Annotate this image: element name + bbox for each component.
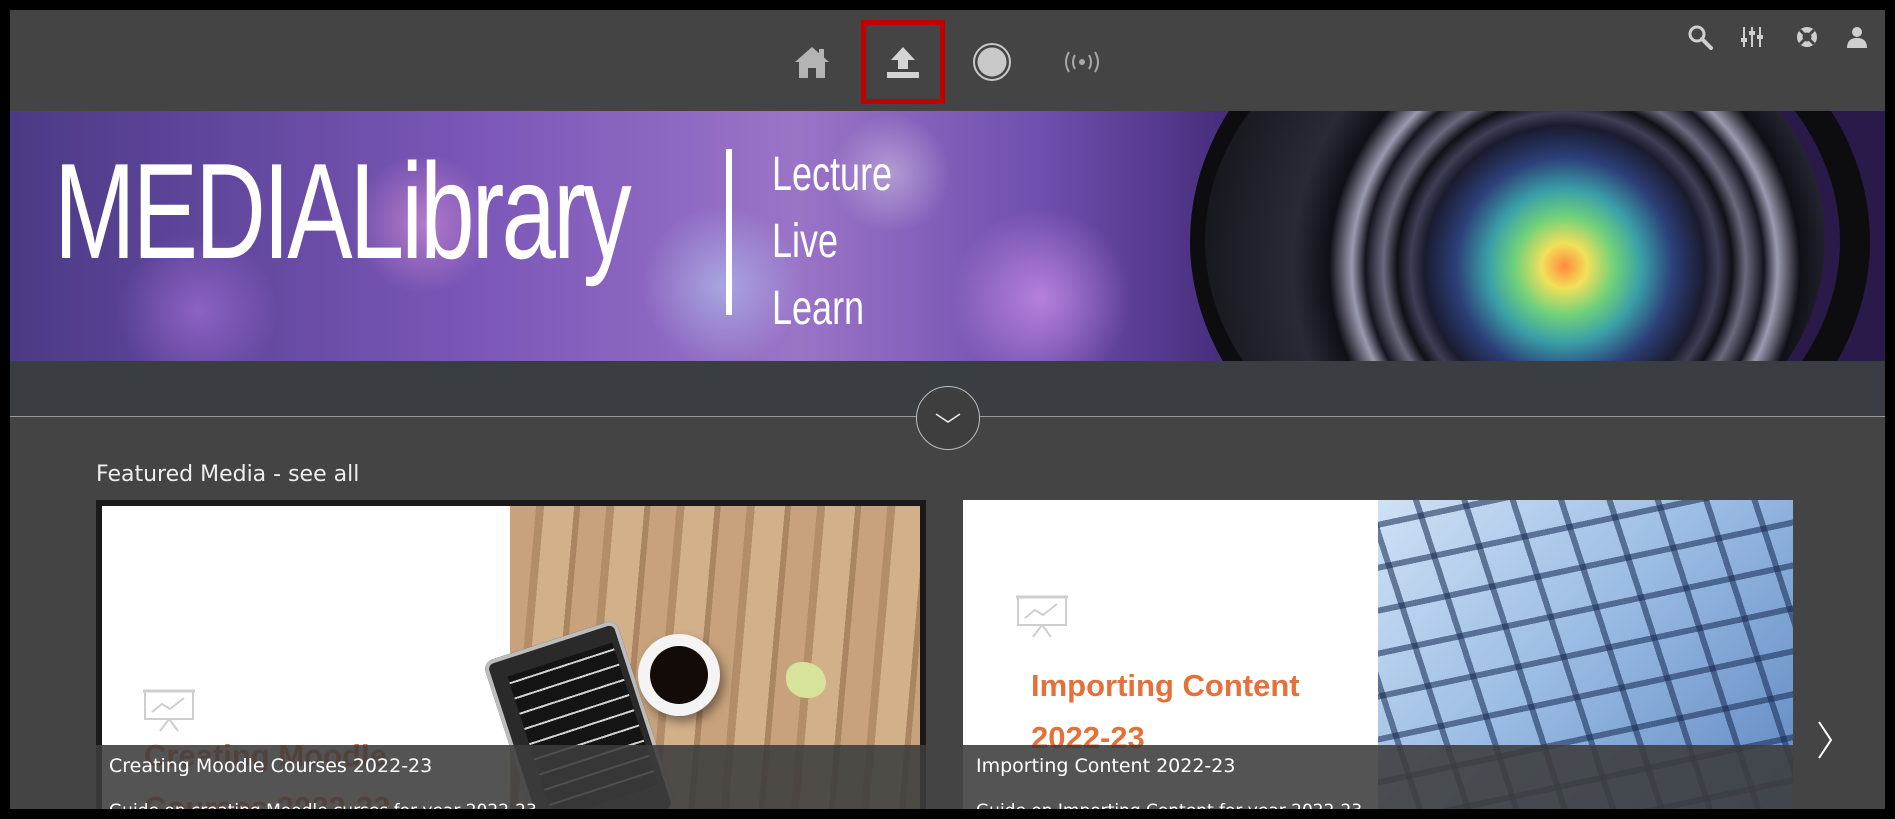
live-button[interactable]: [1040, 20, 1124, 104]
record-button[interactable]: [950, 20, 1034, 104]
coffee-cup-shape: [638, 634, 720, 716]
help-lifebuoy-icon: [1797, 27, 1817, 47]
card-description: Guide on creating Moodle curses for year…: [109, 801, 537, 809]
search-icon: [1688, 25, 1713, 50]
logo-divider: [726, 149, 732, 315]
upload-button[interactable]: [861, 20, 945, 104]
chevron-right-icon: [1818, 721, 1833, 759]
presentation-icon: [143, 689, 195, 732]
hero-banner: MEDIALibrary Lecture Live Learn: [10, 111, 1885, 361]
card-title[interactable]: Importing Content 2022-23: [976, 755, 1235, 777]
site-logo-title: MEDIALibrary: [54, 135, 632, 287]
tagline-lecture: Lecture: [772, 148, 893, 201]
record-icon: [973, 43, 1011, 81]
upload-icon: [887, 47, 919, 78]
tagline-live: Live: [772, 215, 839, 268]
card-description: Guide on Importing Content for year 2022…: [976, 801, 1362, 809]
card-caption: Importing Content 2022-23 Guide on Impor…: [963, 745, 1793, 809]
media-card-importing-content[interactable]: Importing Content 2022-23 Importing Cont…: [963, 500, 1793, 809]
carousel-next-button[interactable]: [1810, 715, 1840, 765]
help-button[interactable]: [1790, 20, 1824, 54]
live-icon: [1065, 51, 1099, 73]
paper-ball-shape: [786, 662, 826, 698]
user-icon: [1847, 27, 1867, 48]
settings-button[interactable]: [1735, 20, 1769, 54]
home-icon: [795, 47, 829, 78]
home-button[interactable]: [770, 20, 854, 104]
expand-button[interactable]: [916, 386, 980, 450]
app-frame: MEDIALibrary Lecture Live Learn Featured…: [10, 10, 1885, 809]
media-card-moodle-courses[interactable]: Creating Moodle Courses 2022-23 Creating…: [96, 500, 926, 809]
card-caption: Creating Moodle Courses 2022-23 Guide on…: [96, 745, 926, 809]
card-title[interactable]: Creating Moodle Courses 2022-23: [109, 755, 432, 777]
search-button[interactable]: [1683, 20, 1717, 54]
top-nav: [10, 10, 1885, 111]
chevron-down-icon: [935, 413, 961, 423]
camera-lens-glass: [1205, 111, 1825, 361]
presentation-icon: [1016, 595, 1068, 638]
settings-sliders-icon: [1741, 27, 1763, 47]
featured-media-heading[interactable]: Featured Media - see all: [96, 462, 359, 487]
user-button[interactable]: [1840, 20, 1874, 54]
tagline-learn: Learn: [772, 282, 865, 335]
